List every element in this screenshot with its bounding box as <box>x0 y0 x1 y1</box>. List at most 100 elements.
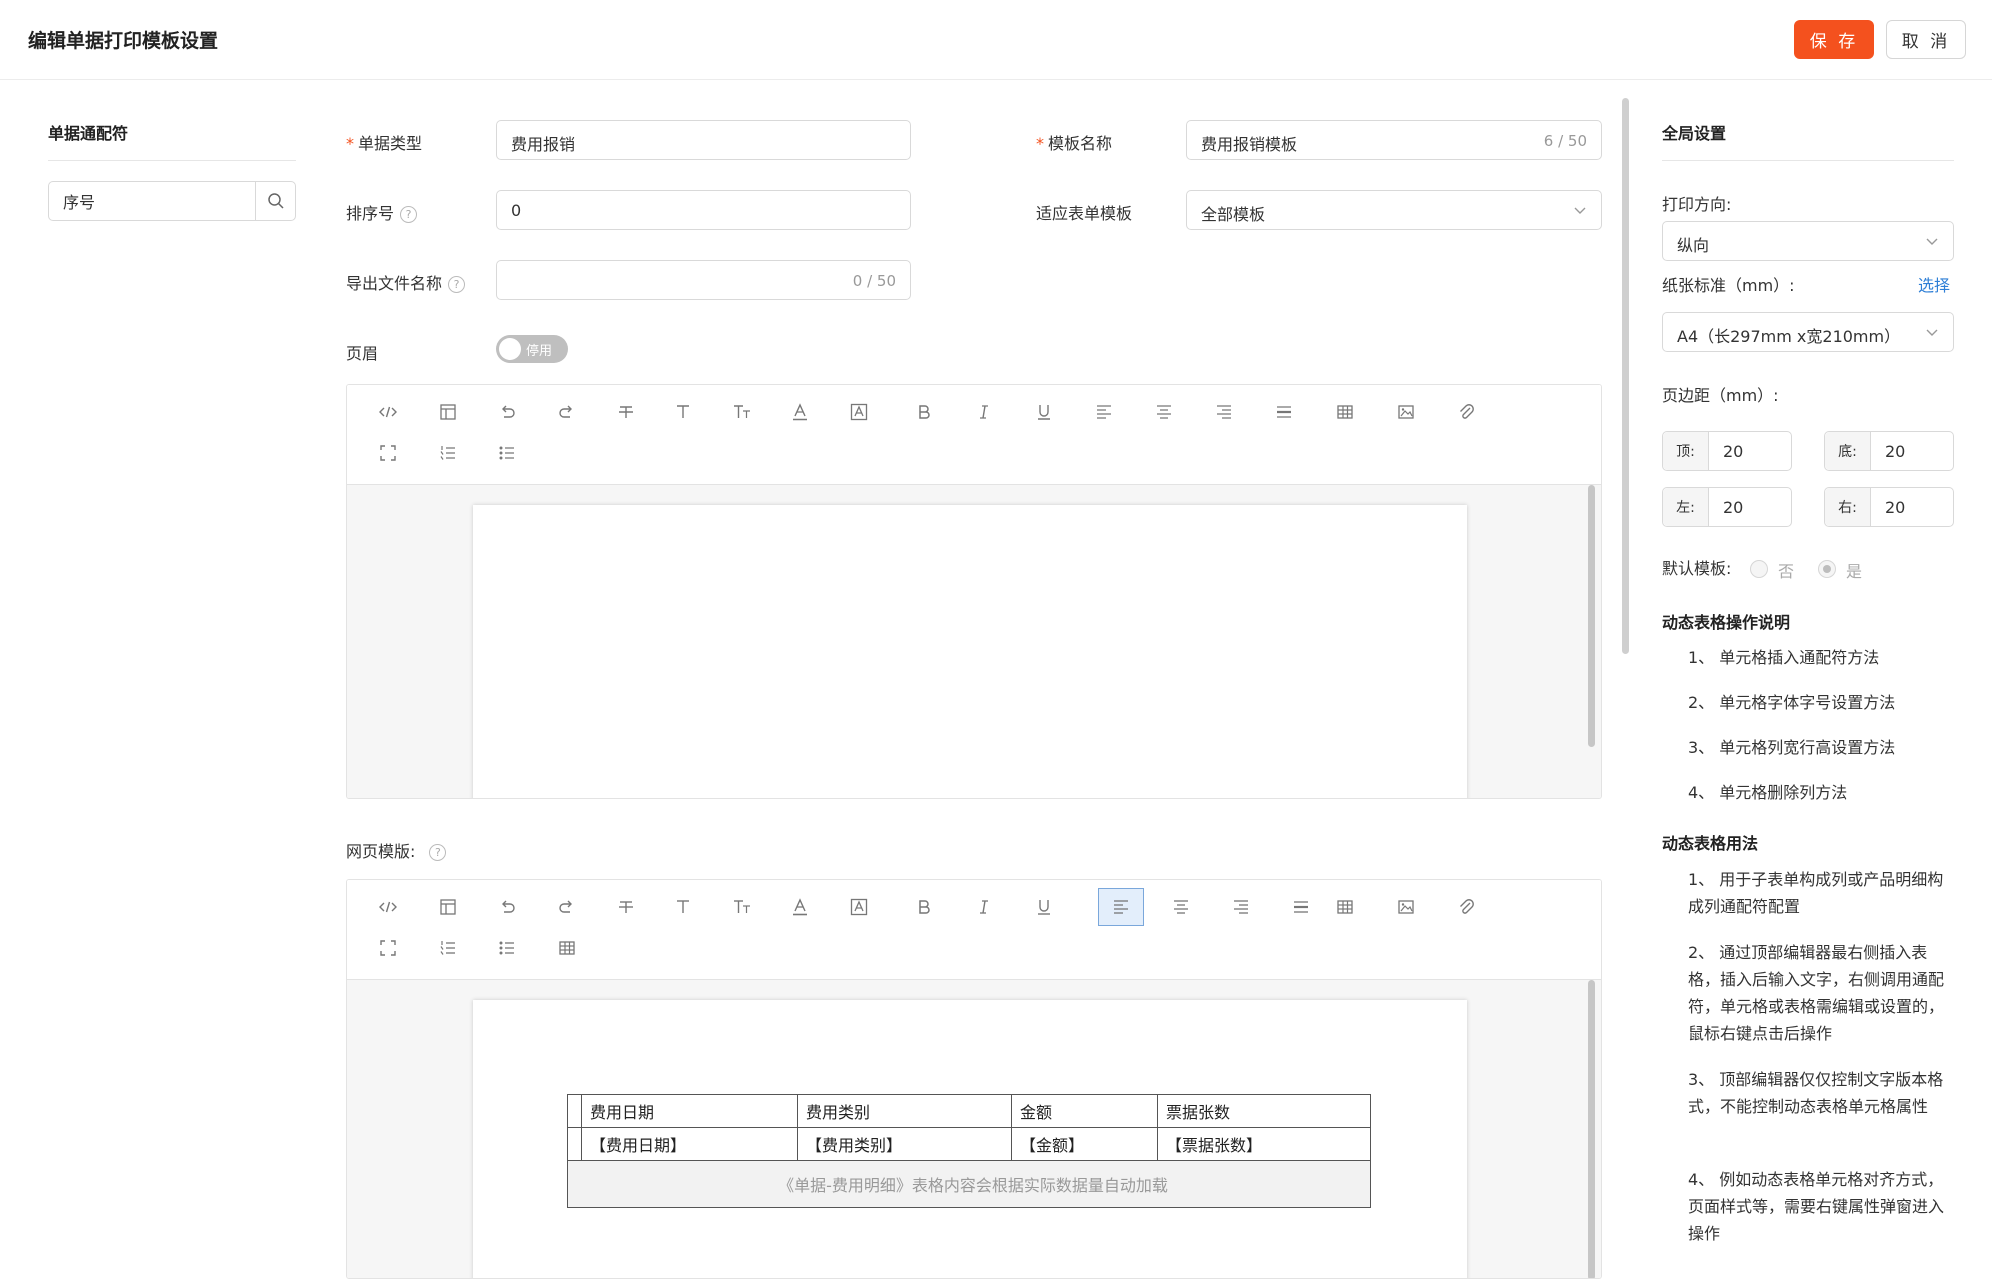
table-note: 《单据-费用明细》表格内容会根据实际数据量自动加载 <box>567 1160 1371 1208</box>
editor-scrollbar[interactable] <box>1588 485 1595 747</box>
web-template-paper[interactable]: 费用日期 费用类别 金额 票据张数 【费用日期】 【费用类别】 【金额】 【票据… <box>473 1000 1467 1278</box>
strikethrough-button[interactable] <box>603 888 649 926</box>
redo-button[interactable] <box>544 393 590 431</box>
table-cell[interactable]: 【费用类别】 <box>797 1127 1012 1161</box>
code-view-icon <box>379 406 397 418</box>
unordered-list-button[interactable] <box>484 434 530 472</box>
template-button[interactable] <box>425 393 471 431</box>
background-color-button[interactable] <box>836 888 882 926</box>
font-color-button[interactable] <box>777 393 823 431</box>
insert-dynamic-table-button[interactable] <box>544 929 590 967</box>
align-center-button[interactable] <box>1141 393 1187 431</box>
table-cell[interactable]: 【费用日期】 <box>581 1127 798 1161</box>
print-orientation-select[interactable]: 纵向 <box>1662 221 1954 261</box>
page-margin-label: 页边距（mm）: <box>1662 386 1779 405</box>
editor-canvas[interactable] <box>347 485 1601 798</box>
align-left-button[interactable] <box>1098 888 1144 926</box>
insert-image-button[interactable] <box>1383 393 1429 431</box>
font-color-button[interactable] <box>777 888 823 926</box>
margin-bottom-prefix: 底: <box>1825 432 1871 470</box>
margin-bottom-field[interactable]: 底: 20 <box>1824 431 1954 471</box>
default-no-radio[interactable] <box>1750 560 1768 578</box>
attachment-button[interactable] <box>1443 888 1489 926</box>
page-header-toggle[interactable]: 停用 <box>496 335 568 363</box>
export-name-count: 0 / 50 <box>852 272 896 290</box>
dynamic-table-usage-title: 动态表格用法 <box>1662 834 1759 853</box>
redo-button[interactable] <box>544 888 590 926</box>
table-header-cell[interactable]: 票据张数 <box>1157 1094 1371 1128</box>
doc-type-field[interactable]: 费用报销 <box>496 120 911 160</box>
expense-detail-table[interactable]: 费用日期 费用类别 金额 票据张数 【费用日期】 【费用类别】 【金额】 【票据… <box>567 1094 1371 1208</box>
ordered-list-button[interactable] <box>425 929 471 967</box>
underline-button[interactable] <box>1021 393 1067 431</box>
cancel-button[interactable]: 取 消 <box>1886 20 1966 59</box>
italic-button[interactable] <box>961 888 1007 926</box>
margin-left-field[interactable]: 左: 20 <box>1662 487 1792 527</box>
apply-template-select[interactable]: 全部模板 <box>1186 190 1602 230</box>
italic-button[interactable] <box>961 393 1007 431</box>
code-view-button[interactable] <box>365 393 411 431</box>
fullscreen-button[interactable] <box>365 434 411 472</box>
margin-bottom-value: 20 <box>1885 442 1906 461</box>
align-center-button[interactable] <box>1158 888 1204 926</box>
strikethrough-button[interactable] <box>603 393 649 431</box>
paper-standard-select[interactable]: A4（长297mm x宽210mm） <box>1662 312 1954 352</box>
insert-table-button[interactable] <box>1322 888 1368 926</box>
bold-button[interactable] <box>901 393 947 431</box>
line-height-button[interactable] <box>1261 393 1307 431</box>
unordered-list-button[interactable] <box>484 929 530 967</box>
line-height-button[interactable] <box>1278 888 1324 926</box>
align-left-icon <box>1114 900 1128 914</box>
table-row: 【费用日期】 【费用类别】 【金额】 【票据张数】 <box>567 1127 1371 1161</box>
table-cell[interactable]: 【票据张数】 <box>1157 1127 1371 1161</box>
export-name-field[interactable]: 0 / 50 <box>496 260 911 300</box>
fullscreen-button[interactable] <box>365 929 411 967</box>
help-icon[interactable]: ? <box>429 844 447 861</box>
attachment-button[interactable] <box>1443 393 1489 431</box>
ops-item[interactable]: 1、 单元格插入通配符方法 <box>1688 644 1954 671</box>
margin-right-field[interactable]: 右: 20 <box>1824 487 1954 527</box>
align-right-icon <box>1217 405 1231 419</box>
help-icon[interactable]: ? <box>400 206 418 223</box>
align-left-button[interactable] <box>1081 393 1127 431</box>
undo-button[interactable] <box>484 888 530 926</box>
chevron-down-icon <box>1574 207 1586 214</box>
undo-button[interactable] <box>484 393 530 431</box>
template-name-field[interactable]: 费用报销模板 6 / 50 <box>1186 120 1602 160</box>
page-scrollbar[interactable] <box>1622 98 1629 654</box>
insert-image-button[interactable] <box>1383 888 1429 926</box>
align-right-button[interactable] <box>1201 393 1247 431</box>
font-size-button[interactable] <box>719 888 765 926</box>
ops-item[interactable]: 3、 单元格列宽行高设置方法 <box>1688 734 1954 761</box>
ops-item[interactable]: 4、 单元格删除列方法 <box>1688 779 1954 806</box>
code-view-button[interactable] <box>365 888 411 926</box>
font-size-button[interactable] <box>719 393 765 431</box>
ordered-list-button[interactable] <box>425 434 471 472</box>
template-button[interactable] <box>425 888 471 926</box>
editor-scrollbar[interactable] <box>1588 980 1595 1278</box>
table-header-cell[interactable]: 费用类别 <box>797 1094 1012 1128</box>
table-header-cell[interactable]: 金额 <box>1011 1094 1158 1128</box>
bold-button[interactable] <box>901 888 947 926</box>
align-right-button[interactable] <box>1218 888 1264 926</box>
text-format-button[interactable] <box>660 888 706 926</box>
background-color-button[interactable] <box>836 393 882 431</box>
save-button[interactable]: 保 存 <box>1794 20 1874 59</box>
underline-button[interactable] <box>1021 888 1067 926</box>
table-cell[interactable]: 【金额】 <box>1011 1127 1158 1161</box>
editor-canvas[interactable]: 费用日期 费用类别 金额 票据张数 【费用日期】 【费用类别】 【金额】 【票据… <box>347 980 1601 1278</box>
help-icon[interactable]: ? <box>448 276 466 293</box>
table-note-row: 《单据-费用明细》表格内容会根据实际数据量自动加载 <box>567 1160 1371 1208</box>
text-format-button[interactable] <box>660 393 706 431</box>
default-yes-radio[interactable] <box>1818 560 1836 578</box>
wildcard-search-input[interactable] <box>49 182 257 220</box>
fullscreen-icon <box>380 445 396 461</box>
insert-table-button[interactable] <box>1322 393 1368 431</box>
search-button[interactable] <box>255 182 295 220</box>
margin-top-field[interactable]: 顶: 20 <box>1662 431 1792 471</box>
paper-select-link[interactable]: 选择 <box>1918 272 1950 296</box>
header-paper[interactable] <box>473 505 1467 798</box>
table-header-cell[interactable]: 费用日期 <box>581 1094 798 1128</box>
ops-item[interactable]: 2、 单元格字体字号设置方法 <box>1688 689 1954 716</box>
sort-field[interactable]: 0 <box>496 190 911 230</box>
